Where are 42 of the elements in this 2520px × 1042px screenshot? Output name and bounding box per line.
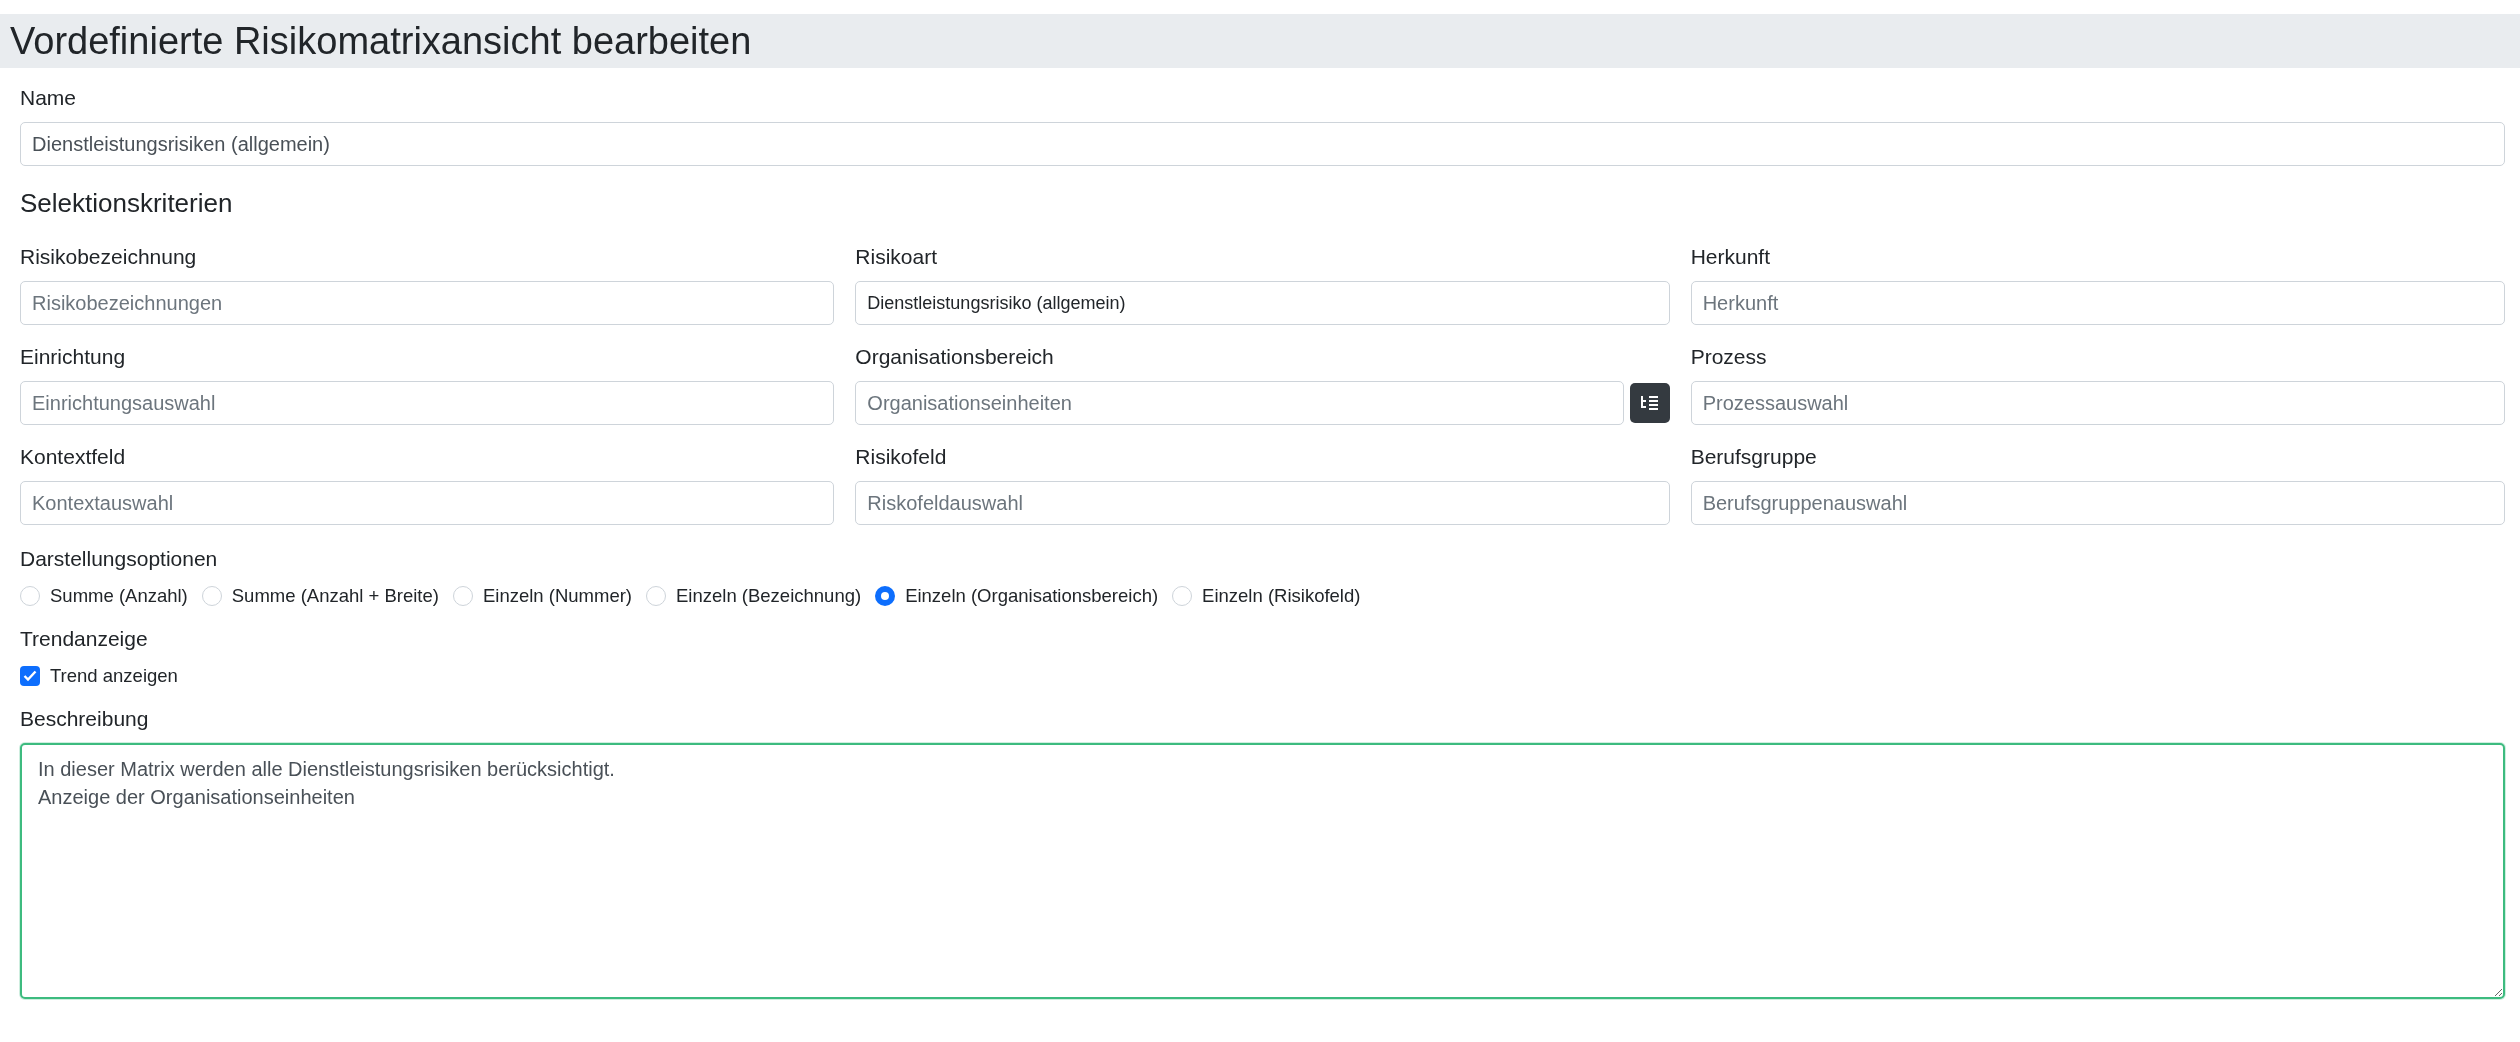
input-field[interactable]: Berufsgruppenauswahl — [1690, 481, 2505, 525]
input-field[interactable]: Kontextauswahl — [20, 481, 835, 525]
radio-button[interactable] — [201, 586, 222, 606]
checkbox-label[interactable]: Trend anzeigen — [50, 665, 178, 687]
name-field[interactable]: Dienstleistungsrisiken (allgemein) — [20, 122, 2505, 166]
input-field[interactable]: Prozessauswahl — [1690, 381, 2505, 425]
tree-list-icon — [1639, 395, 1660, 411]
field-label: Berufsgruppe — [1690, 445, 1818, 469]
field-label: Risikobezeichnung — [20, 245, 198, 269]
field-label: Organisationsbereich — [855, 345, 1055, 369]
radio-button[interactable] — [646, 586, 666, 606]
description-field[interactable]: In dieser Matrix werden alle Dienstleistungsrisiken berücksichtigt. Anzeige der Organisationseinheiten — [20, 743, 2505, 999]
input-field[interactable]: Dienstleistungsrisiko (allgemein) — [855, 281, 1670, 325]
field-label: Name — [20, 86, 78, 110]
checkbox[interactable] — [20, 666, 40, 686]
radio-button[interactable] — [452, 586, 473, 606]
input-field[interactable]: Einrichtungsauswahl — [20, 381, 835, 425]
radio-button[interactable] — [875, 586, 896, 606]
radio-button[interactable] — [1172, 586, 1193, 606]
field-label: Herkunft — [1690, 245, 1772, 269]
field-label: Beschreibung — [20, 707, 150, 731]
group-label: Darstellungsoptionen — [20, 547, 219, 571]
radio-label[interactable]: Summe (Anzahl) — [50, 585, 188, 607]
input-field[interactable]: Risikobezeichnungen — [20, 281, 835, 325]
field-label: Einrichtung — [20, 345, 127, 369]
field-label: Risikofeld — [855, 445, 948, 469]
radio-label[interactable]: Einzeln (Nummer) — [482, 585, 632, 607]
input-field[interactable]: Riskofeldauswahl — [855, 481, 1670, 525]
radio-label[interactable]: Einzeln (Bezeichnung) — [676, 585, 862, 607]
radio-label[interactable]: Summe (Anzahl + Breite) — [231, 585, 439, 607]
page-title: Vordefinierte Risikomatrixansicht bearbeiten — [0, 14, 2520, 68]
input-field[interactable]: Organisationseinheiten — [855, 381, 1624, 425]
radio-label[interactable]: Einzeln (Risikofeld) — [1202, 585, 1361, 607]
radio-button[interactable] — [20, 586, 40, 606]
group-label: Trendanzeige — [20, 627, 149, 651]
section-heading: Selektionskriterien — [20, 188, 234, 219]
field-label: Risikoart — [855, 245, 938, 269]
tree-picker-button[interactable] — [1629, 383, 1670, 423]
radio-label[interactable]: Einzeln (Organisationsbereich) — [905, 585, 1159, 607]
field-label: Kontextfeld — [20, 445, 127, 469]
field-label: Prozess — [1690, 345, 1768, 369]
input-field[interactable]: Herkunft — [1690, 281, 2505, 325]
